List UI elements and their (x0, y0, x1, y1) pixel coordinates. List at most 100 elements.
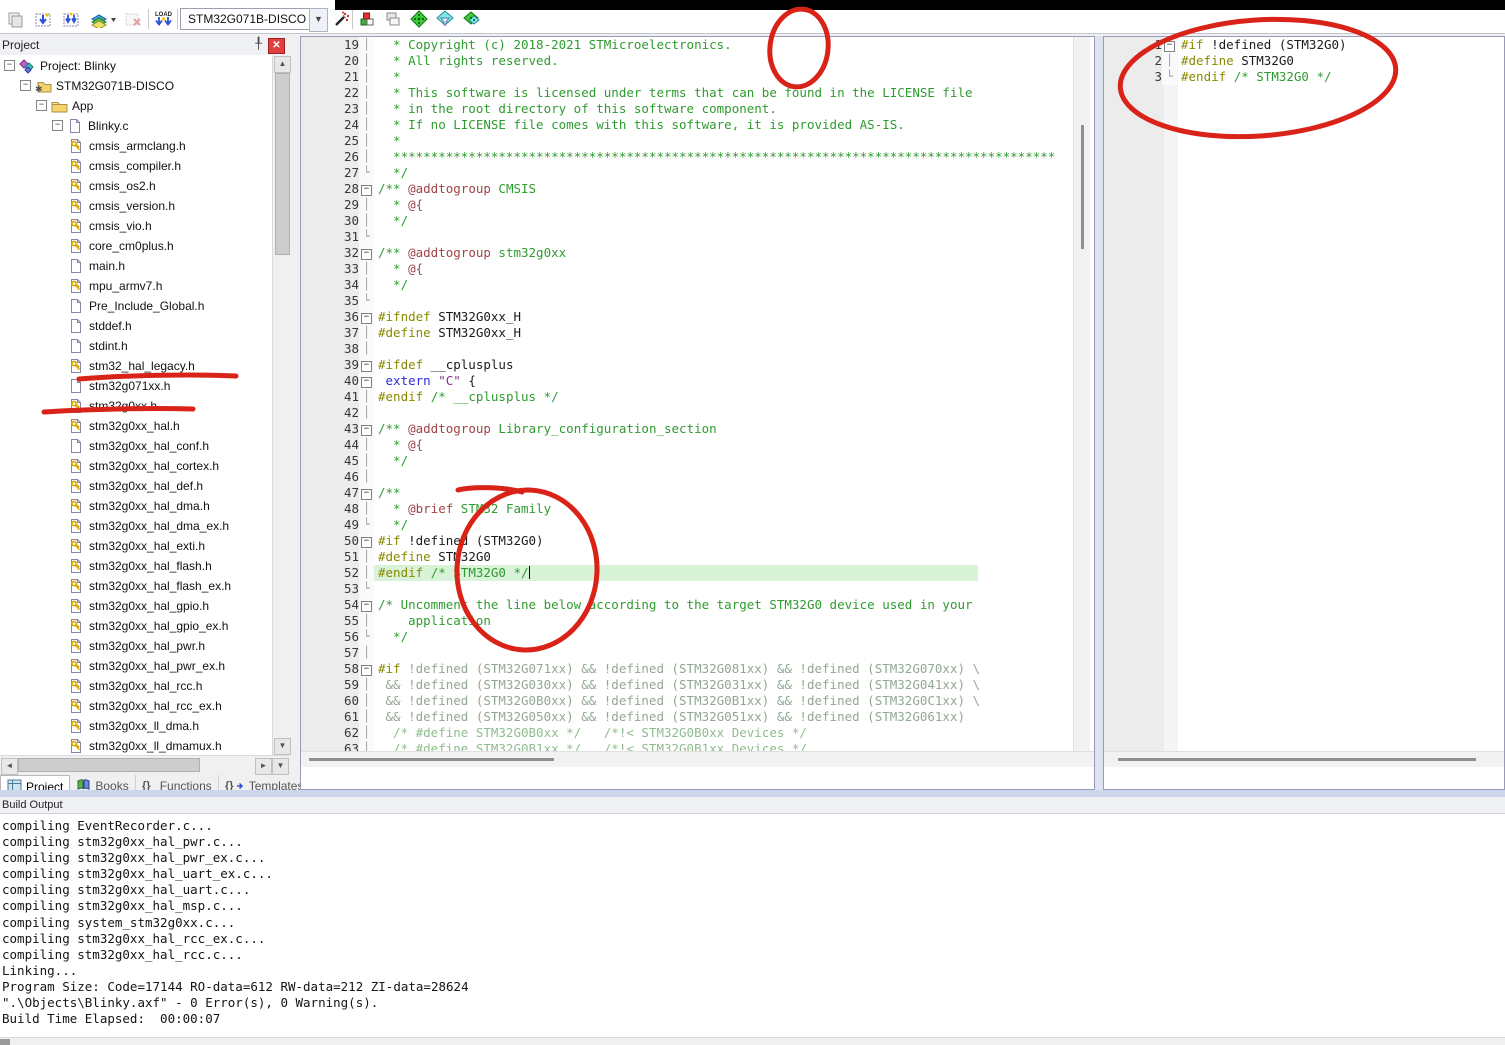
tree-item-stm32g0xx-hal-dma-ex-h[interactable]: stm32g0xx_hal_dma_ex.h (0, 515, 272, 535)
tree-item-stm32g0xx-hal-def-h[interactable]: stm32g0xx_hal_def.h (0, 475, 272, 495)
tree-item-stm32g0xx-ll-dmamux-h[interactable]: stm32g0xx_ll_dmamux.h (0, 735, 272, 755)
tree-item-stm32g0xx-ll-dma-h[interactable]: stm32g0xx_ll_dma.h (0, 715, 272, 735)
code-editor-stm32g0xx-h[interactable]: 19│ * Copyright (c) 2018-2021 STMicroele… (300, 36, 1095, 790)
tree-item-cmsis-vio-h[interactable]: cmsis_vio.h (0, 215, 272, 235)
fold-marker-icon: │ (359, 261, 374, 277)
line-number: 41 (301, 389, 359, 405)
target-select-dropdown-icon[interactable]: ▼ (309, 8, 328, 32)
editor-horizontal-scrollbar[interactable] (1104, 751, 1504, 767)
tree-item-cmsis-compiler-h[interactable]: cmsis_compiler.h (0, 155, 272, 175)
tree-item-stm32g0xx-hal-rcc-h[interactable]: stm32g0xx_hal_rcc.h (0, 675, 272, 695)
fold-marker-icon[interactable]: − (359, 245, 374, 261)
stop-build-icon[interactable] (122, 9, 144, 29)
tree-item-stm32g0xx-hal-h[interactable]: stm32g0xx_hal.h (0, 415, 272, 435)
pack-filter-icon[interactable] (434, 9, 456, 29)
tree-item-stm32g0xx-h[interactable]: stm32g0xx.h (0, 395, 272, 415)
build-output-scrollbar[interactable] (0, 1037, 1505, 1045)
tree-expander-icon[interactable]: − (4, 60, 15, 71)
code-text: #if !defined (STM32G0) (1177, 37, 1504, 53)
editor-split-divider[interactable] (1095, 36, 1103, 790)
tree-item-mpu-armv7-h[interactable]: mpu_armv7.h (0, 275, 272, 295)
fold-marker-icon[interactable]: − (359, 661, 374, 677)
flash-config-icon[interactable] (356, 9, 378, 29)
tree-item-stm32g0xx-hal-flash-ex-h[interactable]: stm32g0xx_hal_flash_ex.h (0, 575, 272, 595)
manage-rte-icon[interactable] (408, 9, 430, 29)
tree-expander-icon[interactable]: − (36, 100, 47, 111)
tree-item-stm32g0xx-hal-pwr-h[interactable]: stm32g0xx_hal_pwr.h (0, 635, 272, 655)
tree-item-label: stdint.h (89, 339, 128, 353)
fold-marker-icon: │ (359, 645, 374, 661)
batch-build-icon[interactable] (88, 9, 118, 29)
scroll-up-icon[interactable]: ▲ (274, 56, 291, 73)
fold-marker-icon[interactable]: − (359, 485, 374, 501)
tree-item-stm32-hal-legacy-h[interactable]: stm32_hal_legacy.h (0, 355, 272, 375)
fold-marker-icon[interactable]: − (359, 373, 374, 389)
tree-item-stm32g0xx-hal-pwr-ex-h[interactable]: stm32g0xx_hal_pwr_ex.h (0, 655, 272, 675)
tree-item-stm32g0xx-hal-rcc-ex-h[interactable]: stm32g0xx_hal_rcc_ex.h (0, 695, 272, 715)
scrollbar-thumb[interactable] (0, 1039, 10, 1045)
tree-item-stm32g0xx-hal-flash-h[interactable]: stm32g0xx_hal_flash.h (0, 555, 272, 575)
project-tree-vertical-scrollbar[interactable]: ▲ ▼ (272, 55, 290, 755)
target-select[interactable]: STM32G071B-DISCO (180, 8, 317, 30)
tree-item-blinky-c[interactable]: −Blinky.c (0, 115, 272, 135)
fold-marker-icon[interactable]: − (359, 597, 374, 613)
tree-item-core-cm0plus-h[interactable]: core_cm0plus.h (0, 235, 272, 255)
tree-item-project-blinky[interactable]: −Project: Blinky (0, 55, 272, 75)
panel-splitter[interactable] (0, 790, 1505, 797)
fold-marker-icon: └ (1162, 69, 1177, 85)
tree-item-stddef-h[interactable]: stddef.h (0, 315, 272, 335)
translate-icon[interactable] (4, 9, 26, 29)
scroll-left-icon[interactable]: ◄ (1, 758, 18, 775)
tree-item-stm32g071b-disco[interactable]: −✱STM32G071B-DISCO (0, 75, 272, 95)
tree-item-stm32g071xx-h[interactable]: stm32g071xx.h (0, 375, 272, 395)
fold-marker-icon[interactable]: − (359, 421, 374, 437)
tree-item-cmsis-os2-h[interactable]: cmsis_os2.h (0, 175, 272, 195)
scroll-down-icon[interactable]: ▼ (274, 738, 291, 755)
editor-vertical-scrollbar[interactable] (1073, 37, 1090, 751)
header-key-icon (68, 218, 85, 234)
editor-horizontal-scrollbar[interactable] (301, 751, 1094, 767)
tree-item-stm32g0xx-hal-gpio-ex-h[interactable]: stm32g0xx_hal_gpio_ex.h (0, 615, 272, 635)
tree-item-stm32g0xx-hal-gpio-h[interactable]: stm32g0xx_hal_gpio.h (0, 595, 272, 615)
line-number: 29 (301, 197, 359, 213)
header-key-icon (68, 718, 85, 734)
tree-expander-icon[interactable]: − (20, 80, 31, 91)
scrollbar-thumb[interactable] (1081, 125, 1084, 249)
rebuild-icon[interactable] (60, 9, 82, 29)
scrollbar-thumb[interactable] (275, 73, 290, 255)
tree-item-cmsis-version-h[interactable]: cmsis_version.h (0, 195, 272, 215)
fold-marker-icon[interactable]: − (1162, 37, 1177, 53)
fold-marker-icon[interactable]: − (359, 181, 374, 197)
tree-item-pre-include-global-h[interactable]: Pre_Include_Global.h (0, 295, 272, 315)
code-editor-test-h[interactable]: 1−#if !defined (STM32G0)2│#define STM32G… (1103, 36, 1505, 790)
scrollbar-thumb[interactable] (18, 758, 200, 772)
header-key-icon (68, 238, 85, 254)
tree-item-stm32g0xx-hal-dma-h[interactable]: stm32g0xx_hal_dma.h (0, 495, 272, 515)
project-tree-horizontal-scrollbar[interactable]: ◄ ► ▼ (0, 755, 289, 773)
load-icon[interactable]: LOAD (152, 9, 176, 29)
scrollbar-thumb[interactable] (309, 758, 554, 761)
tree-expander-icon[interactable]: − (52, 120, 63, 131)
scroll-down-icon[interactable]: ▼ (272, 758, 289, 775)
tree-item-main-h[interactable]: main.h (0, 255, 272, 275)
tree-item-stm32g0xx-hal-conf-h[interactable]: stm32g0xx_hal_conf.h (0, 435, 272, 455)
code-line-26: 26│ ************************************… (301, 149, 1073, 165)
header-key-icon (68, 518, 85, 534)
tree-item-stm32g0xx-hal-exti-h[interactable]: stm32g0xx_hal_exti.h (0, 535, 272, 555)
fold-marker-icon[interactable]: − (359, 533, 374, 549)
tree-item-app[interactable]: −App (0, 95, 272, 115)
windows-layout-icon[interactable] (382, 9, 404, 29)
scrollbar-thumb[interactable] (1118, 758, 1476, 761)
build-icon[interactable] (32, 9, 54, 29)
tree-item-stm32g0xx-hal-cortex-h[interactable]: stm32g0xx_hal_cortex.h (0, 455, 272, 475)
tree-item-stdint-h[interactable]: stdint.h (0, 335, 272, 355)
tree-item-cmsis-armclang-h[interactable]: cmsis_armclang.h (0, 135, 272, 155)
pin-icon[interactable]: ╀ (252, 38, 265, 51)
pack-installer-icon[interactable] (460, 9, 482, 29)
close-panel-button[interactable]: ✕ (268, 38, 285, 54)
scroll-right-icon[interactable]: ► (255, 758, 272, 775)
fold-marker-icon[interactable]: − (359, 309, 374, 325)
target-options-icon[interactable] (330, 9, 352, 29)
fold-marker-icon[interactable]: − (359, 357, 374, 373)
build-output-line: compiling EventRecorder.c... (2, 818, 469, 834)
